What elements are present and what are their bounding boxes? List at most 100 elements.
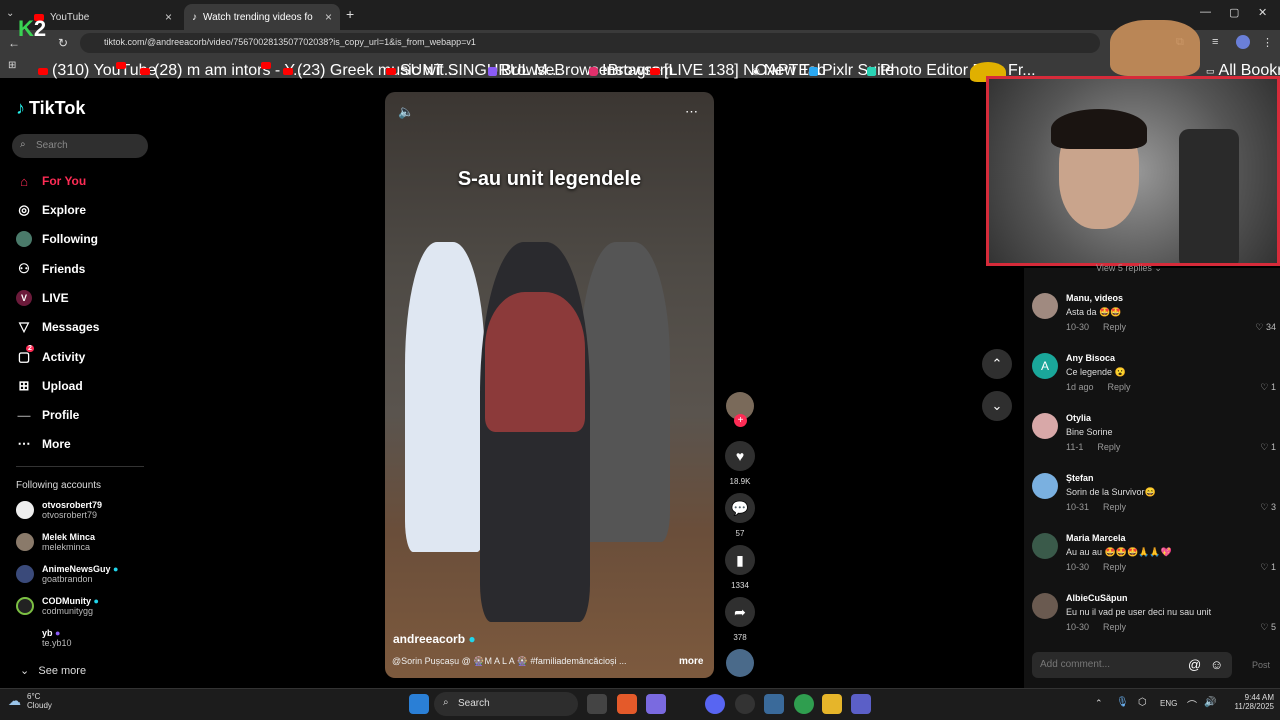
account-item[interactable]: otvosrobert79 otvosrobert79 bbox=[16, 500, 102, 520]
nav-upload[interactable]: ⊞ Upload bbox=[16, 375, 83, 397]
nav-profile[interactable]: — Profile bbox=[16, 404, 80, 426]
share-action[interactable]: ➦ 378 bbox=[725, 597, 755, 642]
see-more-button[interactable]: ⌄ See more bbox=[20, 664, 86, 677]
file-explorer-icon[interactable] bbox=[822, 694, 842, 714]
more-button[interactable]: more bbox=[679, 656, 703, 667]
volume-icon[interactable]: 🔈 bbox=[398, 104, 414, 120]
search-input[interactable]: ⌕ Search bbox=[12, 134, 148, 158]
new-tab-button[interactable]: + bbox=[346, 6, 354, 22]
nav-activity[interactable]: ▢ 2 Activity bbox=[16, 345, 85, 368]
close-tab-icon[interactable]: × bbox=[165, 10, 172, 24]
nav-label: Profile bbox=[42, 408, 80, 422]
nav-label: LIVE bbox=[42, 291, 69, 305]
task-view-icon[interactable] bbox=[587, 694, 607, 714]
menu-list-icon[interactable]: ≡ bbox=[1212, 36, 1218, 48]
save-action[interactable]: ▮ 1334 bbox=[725, 545, 755, 590]
kebab-menu-icon[interactable]: ⋮ bbox=[1262, 36, 1273, 49]
windows-start-icon[interactable] bbox=[409, 694, 429, 714]
reload-icon[interactable]: ↻ bbox=[58, 36, 68, 50]
account-item[interactable]: yb ● te.yb10 bbox=[16, 628, 72, 648]
tiktok-logo[interactable]: ♪ TikTok bbox=[16, 98, 85, 119]
reply-button[interactable]: Reply bbox=[1103, 502, 1126, 512]
nav-messages[interactable]: ▽ Messages bbox=[16, 316, 99, 338]
close-window-icon[interactable]: ✕ bbox=[1258, 6, 1267, 19]
nav-explore[interactable]: ◎ Explore bbox=[16, 199, 86, 221]
account-item[interactable]: Melek Minca melekminca bbox=[16, 532, 95, 552]
emoji-icon[interactable]: ☺ bbox=[1210, 657, 1223, 672]
apps-grid-icon[interactable]: ⊞ bbox=[8, 60, 16, 71]
account-username: goatbrandon bbox=[42, 574, 93, 584]
reply-button[interactable]: Reply bbox=[1103, 622, 1126, 632]
comment-text: Bine Sorine bbox=[1066, 427, 1113, 437]
obs-icon[interactable] bbox=[735, 694, 755, 714]
previous-video-button[interactable]: ⌃ bbox=[982, 349, 1012, 379]
profile-avatar[interactable] bbox=[1236, 35, 1250, 49]
more-options-icon[interactable]: ⋯ bbox=[685, 104, 698, 120]
copilot-icon[interactable] bbox=[646, 694, 666, 714]
url-bar[interactable]: tiktok.com/@andreeacorb/video/7567002813… bbox=[80, 33, 1100, 53]
reply-button[interactable]: Reply bbox=[1097, 442, 1120, 452]
close-tab-icon[interactable]: × bbox=[325, 10, 332, 24]
mention-icon[interactable]: @ bbox=[1188, 657, 1201, 672]
nav-more[interactable]: ⋯ More bbox=[16, 433, 71, 455]
next-video-button[interactable]: ⌄ bbox=[982, 391, 1012, 421]
reply-button[interactable]: Reply bbox=[1103, 322, 1126, 332]
view-replies-button[interactable]: View 5 replies ⌄ bbox=[1096, 263, 1162, 274]
video-author[interactable]: andreeacorb ● bbox=[393, 632, 476, 646]
youtube-icon bbox=[650, 67, 660, 75]
comment-like[interactable]: ♡ 1 bbox=[1260, 562, 1276, 573]
post-button[interactable]: Post bbox=[1252, 660, 1270, 670]
maximize-icon[interactable]: ▢ bbox=[1229, 6, 1239, 19]
home-icon: ⌂ bbox=[20, 173, 28, 189]
wifi-icon[interactable]: ⌒ bbox=[1187, 697, 1197, 712]
comment-like[interactable]: ♡ 3 bbox=[1260, 502, 1276, 513]
account-item[interactable]: AnimeNewsGuy ● goatbrandon bbox=[16, 564, 118, 584]
heart-outline-icon: ♡ bbox=[1260, 562, 1269, 572]
music-disc-avatar[interactable] bbox=[726, 649, 754, 677]
comment-like[interactable]: ♡ 1 bbox=[1260, 382, 1276, 393]
follow-plus-icon[interactable]: + bbox=[734, 414, 747, 427]
minimize-icon[interactable]: — bbox=[1200, 6, 1211, 18]
clock[interactable]: 9:44 AM 11/28/2025 bbox=[1230, 693, 1274, 711]
bookmark-item[interactable] bbox=[116, 62, 126, 69]
bookmark-item[interactable] bbox=[261, 62, 271, 69]
chrome-icon[interactable] bbox=[794, 694, 814, 714]
profile-icon: — bbox=[17, 407, 31, 423]
comment-like[interactable]: ♡ 1 bbox=[1260, 442, 1276, 453]
comment-like[interactable]: ♡ 5 bbox=[1260, 622, 1276, 633]
tray-app-icon[interactable]: ⬡ bbox=[1138, 697, 1147, 708]
nav-for-you[interactable]: ⌂ For You bbox=[16, 170, 86, 192]
comment-action[interactable]: 💬 57 bbox=[725, 493, 755, 538]
comment-like[interactable]: ♡ 34 bbox=[1255, 322, 1276, 333]
microphone-icon[interactable]: 🎙 bbox=[1116, 697, 1129, 708]
nav-friends[interactable]: ⚇ Friends bbox=[16, 258, 85, 280]
nav-following[interactable]: Following bbox=[16, 228, 98, 250]
weather-temp: 6°C bbox=[27, 692, 41, 701]
bookmark-item[interactable]: (310) YouTube bbox=[38, 62, 156, 80]
tab-tiktok[interactable]: ♪ Watch trending videos for you | × bbox=[184, 4, 340, 30]
bookmark-item[interactable]: (28) m am intors - Y... bbox=[140, 62, 306, 80]
reply-button[interactable]: Reply bbox=[1103, 562, 1126, 572]
volume-tray-icon[interactable]: 🔊 bbox=[1204, 697, 1216, 708]
reply-button[interactable]: Reply bbox=[1108, 382, 1131, 392]
weather-widget[interactable]: ☁ 6°C Cloudy bbox=[8, 692, 52, 710]
brave-icon[interactable] bbox=[617, 694, 637, 714]
tab-search-icon[interactable]: ⌄ bbox=[6, 8, 14, 19]
comment-text: Ce legende 😮 bbox=[1066, 367, 1126, 377]
tray-chevron-up-icon[interactable]: ⌃ bbox=[1095, 698, 1103, 709]
calculator-icon[interactable] bbox=[764, 694, 784, 714]
like-action[interactable]: ♥ 18.9K bbox=[725, 441, 755, 486]
language-indicator[interactable]: ENG bbox=[1160, 699, 1177, 708]
taskbar-search[interactable]: ⌕ Search bbox=[434, 692, 578, 716]
nav-live[interactable]: V LIVE bbox=[16, 287, 69, 309]
video-description: @Sorin Pușcașu @ 🎡M A L A 🎡 #familiademâ… bbox=[392, 656, 627, 666]
tab-youtube[interactable]: YouTube × bbox=[26, 4, 180, 30]
avatar bbox=[1032, 533, 1058, 559]
teams-icon[interactable] bbox=[851, 694, 871, 714]
account-item[interactable]: CODMunity ● codmunitygg bbox=[16, 596, 99, 616]
comment-author: Any Bisoca bbox=[1066, 353, 1116, 363]
discord-icon[interactable] bbox=[705, 694, 725, 714]
cloud-icon: ☁ bbox=[8, 693, 21, 708]
add-comment-input[interactable]: Add comment... bbox=[1032, 652, 1232, 678]
windows-taskbar bbox=[0, 688, 1280, 720]
